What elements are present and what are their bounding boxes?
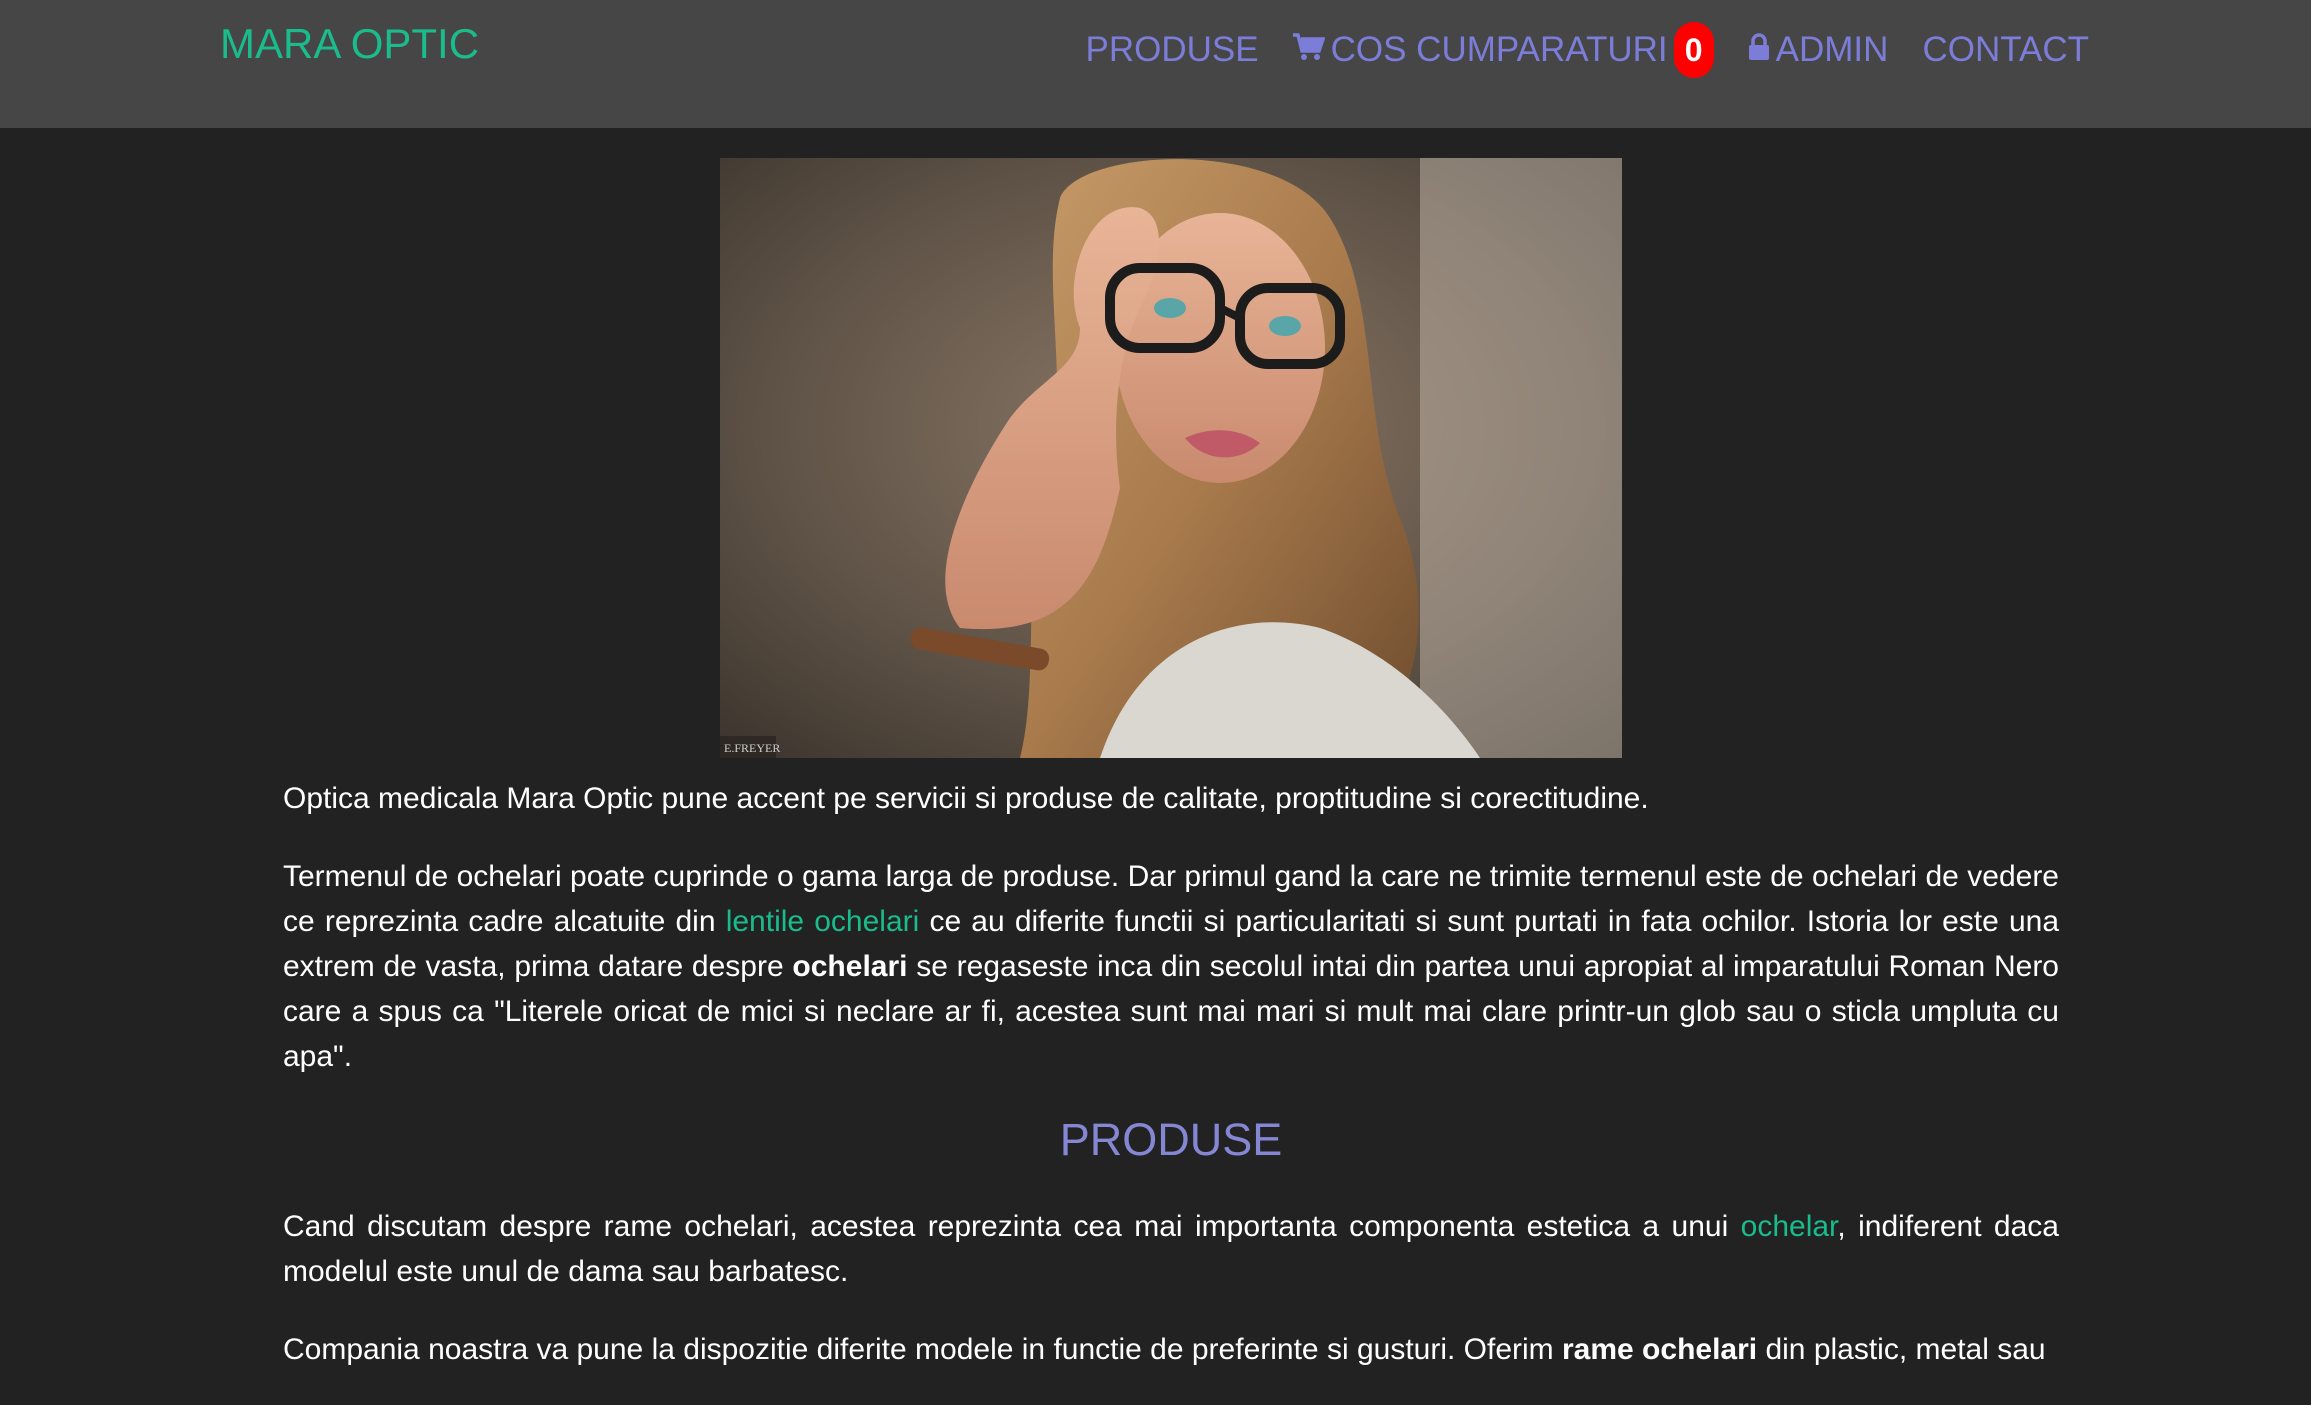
- frames-text-1: Cand discutam despre rame ochelari, aces…: [283, 1210, 1741, 1243]
- navbar: MARA OPTIC PRODUSE COS CUMPARATURI 0 ADM…: [0, 0, 2311, 128]
- frames-paragraph: Cand discutam despre rame ochelari, aces…: [283, 1204, 2059, 1294]
- hero-image: E.FREYER: [720, 158, 1622, 758]
- nav-admin-link[interactable]: ADMIN: [1748, 27, 1889, 73]
- models-text-2: din plastic, metal sau: [1757, 1333, 2046, 1366]
- brand-logo-link[interactable]: MARA OPTIC: [220, 20, 479, 68]
- history-bold-ochelari: ochelari: [792, 950, 908, 983]
- main-nav: PRODUSE COS CUMPARATURI 0 ADMIN CONTACT: [1086, 22, 2089, 78]
- shopping-cart-icon: [1292, 27, 1326, 73]
- lock-icon: [1748, 27, 1770, 73]
- main-content: Optica medicala Mara Optic pune accent p…: [283, 776, 2059, 1405]
- cart-count-badge: 0: [1673, 22, 1714, 78]
- models-text-1: Compania noastra va pune la dispozitie d…: [283, 1333, 1562, 1366]
- history-paragraph: Termenul de ochelari poate cuprinde o ga…: [283, 854, 2059, 1079]
- nav-admin-label: ADMIN: [1775, 30, 1889, 69]
- photo-watermark: E.FREYER: [724, 741, 780, 755]
- ochelar-link[interactable]: ochelar: [1741, 1210, 1838, 1243]
- lentile-ochelari-link[interactable]: lentile ochelari: [726, 905, 920, 938]
- nav-produse-link[interactable]: PRODUSE: [1086, 27, 1259, 73]
- nav-contact-label: CONTACT: [1922, 30, 2089, 69]
- produse-heading: PRODUSE: [1059, 1114, 1283, 1165]
- models-bold-rame: rame ochelari: [1562, 1333, 1758, 1366]
- nav-cart-link[interactable]: COS CUMPARATURI 0: [1292, 22, 1714, 78]
- models-paragraph: Compania noastra va pune la dispozitie d…: [283, 1327, 2059, 1372]
- intro-paragraph: Optica medicala Mara Optic pune accent p…: [283, 782, 1649, 815]
- nav-contact-link[interactable]: CONTACT: [1922, 27, 2089, 73]
- nav-cart-label: COS CUMPARATURI: [1330, 30, 1668, 69]
- nav-produse-label: PRODUSE: [1085, 30, 1259, 69]
